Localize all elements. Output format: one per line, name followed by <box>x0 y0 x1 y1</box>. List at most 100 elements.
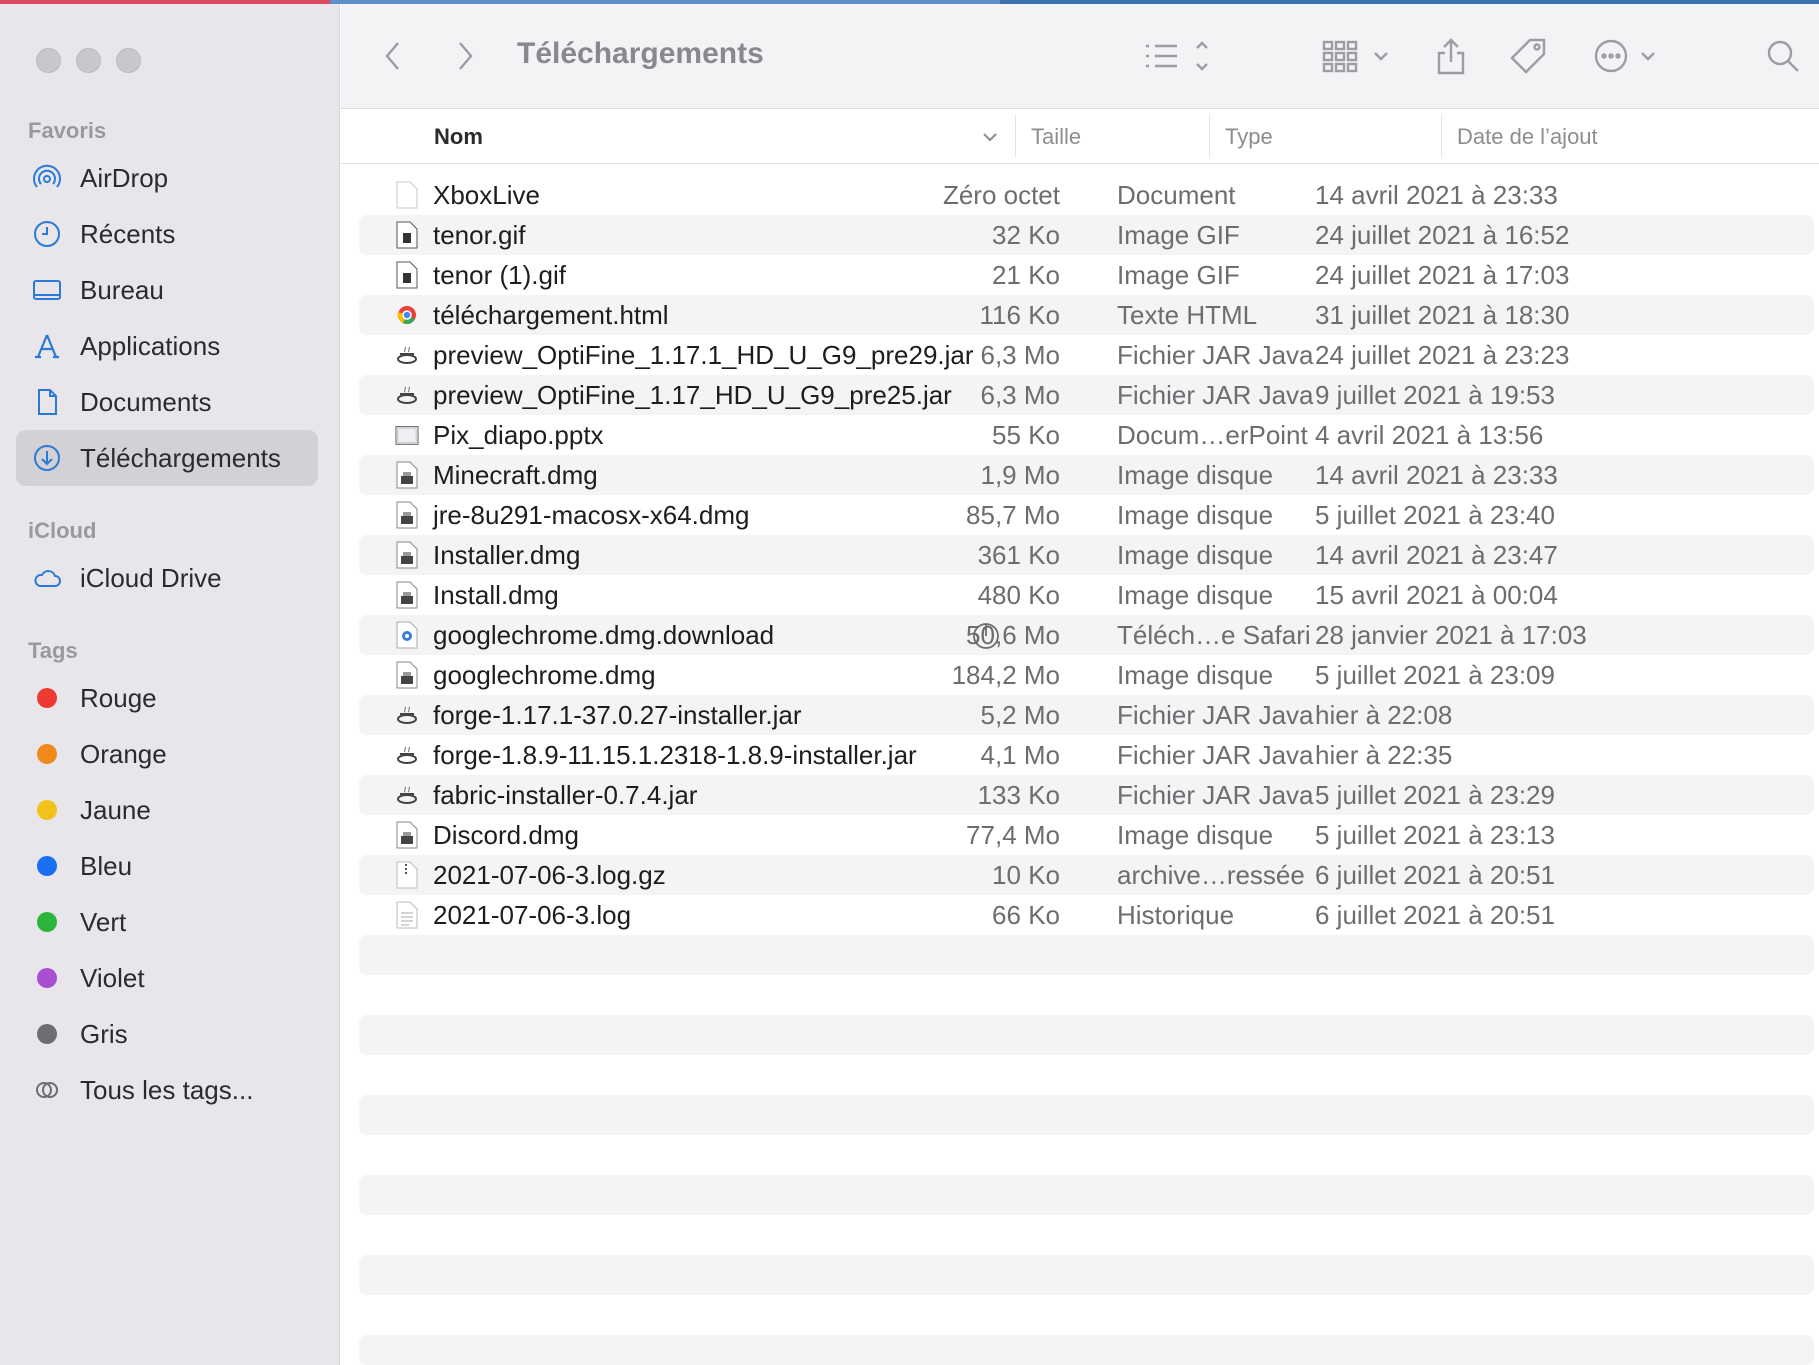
empty-row <box>359 1175 1814 1215</box>
file-row[interactable]: 2021-07-06-3.log.gz 10 Ko archive…ressée… <box>359 855 1814 895</box>
clock-icon <box>30 217 64 251</box>
file-row[interactable]: Minecraft.dmg 1,9 Mo Image disque 14 avr… <box>359 455 1814 495</box>
sidebar-item-telechargements[interactable]: Téléchargements <box>16 430 318 486</box>
file-row[interactable]: tenor (1).gif 21 Ko Image GIF 24 juillet… <box>359 255 1814 295</box>
sidebar-item-airdrop[interactable]: AirDrop <box>16 150 318 206</box>
ellipsis-circle-icon <box>1594 39 1655 73</box>
favorites-title: Favoris <box>28 118 107 143</box>
file-row[interactable]: fabric-installer-0.7.4.jar 133 Ko Fichie… <box>359 775 1814 815</box>
share-button[interactable] <box>1433 34 1469 78</box>
chevron-left-icon <box>385 42 399 70</box>
tag-rouge[interactable]: Rouge <box>16 670 318 726</box>
file-row[interactable]: jre-8u291-macosx-x64.dmg 85,7 Mo Image d… <box>359 495 1814 535</box>
forward-button[interactable] <box>453 34 477 78</box>
tags-button[interactable] <box>1508 34 1548 78</box>
file-row[interactable]: 2021-07-06-3.log 66 Ko Historique 6 juil… <box>359 895 1814 935</box>
document-icon <box>30 385 64 419</box>
tag-orange[interactable]: Orange <box>16 726 318 782</box>
file-type: Image GIF <box>1117 260 1240 290</box>
toolbar: Téléchargements <box>341 4 1819 109</box>
tag-dot-icon <box>37 800 57 820</box>
back-button[interactable] <box>381 34 405 78</box>
safari-download-icon <box>396 621 418 649</box>
sidebar-item-label: Bureau <box>80 274 164 305</box>
sidebar-item-applications[interactable]: Applications <box>16 318 318 374</box>
blank-file-icon <box>396 181 418 209</box>
sort-descending-icon[interactable] <box>981 131 999 143</box>
file-row[interactable]: googlechrome.dmg 184,2 Mo Image disque 5… <box>359 655 1814 695</box>
file-row[interactable]: Installer.dmg 361 Ko Image disque 14 avr… <box>359 535 1814 575</box>
file-name: XboxLive <box>433 180 540 210</box>
file-size: 55 Ko <box>992 420 1060 450</box>
sidebar-item-label: Téléchargements <box>80 442 281 473</box>
file-row[interactable]: preview_OptiFine_1.17.1_HD_U_G9_pre29.ja… <box>359 335 1814 375</box>
zoom-button[interactable] <box>116 48 141 73</box>
file-type: Image disque <box>1117 540 1274 570</box>
sidebar-item-all-tags[interactable]: Tous les tags... <box>16 1062 318 1118</box>
more-actions-button[interactable] <box>1591 34 1663 78</box>
file-type: Image disque <box>1117 580 1274 610</box>
close-button[interactable] <box>36 48 61 73</box>
applications-icon <box>30 329 64 363</box>
file-row[interactable]: XboxLive Zéro octet Document 14 avril 20… <box>359 175 1814 215</box>
file-row[interactable]: Install.dmg 480 Ko Image disque 15 avril… <box>359 575 1814 615</box>
file-row[interactable]: tenor.gif 32 Ko Image GIF 24 juillet 202… <box>359 215 1814 255</box>
file-size: 32 Ko <box>992 220 1060 250</box>
file-type: Texte HTML <box>1117 300 1258 330</box>
column-name[interactable]: Nom <box>434 124 483 150</box>
empty-row <box>359 1255 1814 1295</box>
file-name: preview_OptiFine_1.17_HD_U_G9_pre25.jar <box>433 380 952 410</box>
sidebar-item-label: Tous les tags... <box>80 1074 254 1105</box>
empty-row <box>359 1015 1814 1055</box>
file-name: Pix_diapo.pptx <box>433 420 604 450</box>
column-separator[interactable] <box>1441 115 1442 157</box>
window-controls <box>36 48 141 73</box>
tag-gris[interactable]: Gris <box>16 1006 318 1062</box>
file-date: 14 avril 2021 à 23:33 <box>1315 460 1558 490</box>
file-row[interactable]: forge-1.17.1-37.0.27-installer.jar 5,2 M… <box>359 695 1814 735</box>
file-name: Minecraft.dmg <box>433 460 598 490</box>
sidebar-item-recents[interactable]: Récents <box>16 206 318 262</box>
file-size: 85,7 Mo <box>966 500 1060 530</box>
tag-label: Jaune <box>80 794 151 825</box>
tag-jaune[interactable]: Jaune <box>16 782 318 838</box>
file-row[interactable]: Discord.dmg 77,4 Mo Image disque 5 juill… <box>359 815 1814 855</box>
file-name: tenor.gif <box>433 220 526 250</box>
disk-image-icon <box>396 821 418 849</box>
file-name: Discord.dmg <box>433 820 579 850</box>
file-date: 14 avril 2021 à 23:33 <box>1315 180 1558 210</box>
sidebar-item-bureau[interactable]: Bureau <box>16 262 318 318</box>
sidebar-item-label: iCloud Drive <box>80 562 222 593</box>
tag-bleu[interactable]: Bleu <box>16 838 318 894</box>
sidebar-item-icloud-drive[interactable]: iCloud Drive <box>16 550 318 606</box>
file-row[interactable]: Pix_diapo.pptx 55 Ko Docum…erPoint 4 avr… <box>359 415 1814 455</box>
tag-dot-icon <box>37 912 57 932</box>
file-row[interactable]: preview_OptiFine_1.17_HD_U_G9_pre25.jar … <box>359 375 1814 415</box>
file-row[interactable]: forge-1.8.9-11.15.1.2318-1.8.9-installer… <box>359 735 1814 775</box>
file-type: Image disque <box>1117 660 1274 690</box>
group-button[interactable] <box>1320 34 1396 78</box>
sidebar-item-documents[interactable]: Documents <box>16 374 318 430</box>
file-size: 50,6 Mo <box>966 620 1060 650</box>
sidebar-item-label: Applications <box>80 330 221 361</box>
column-type[interactable]: Type <box>1225 124 1273 150</box>
file-size: 116 Ko <box>979 300 1060 330</box>
search-button[interactable] <box>1764 34 1802 78</box>
column-separator[interactable] <box>1209 115 1210 157</box>
gif-file-icon <box>396 221 418 249</box>
file-row[interactable]: googlechrome.dmg.download 50,6 Mo Téléch… <box>359 615 1814 655</box>
tag-vert[interactable]: Vert <box>16 894 318 950</box>
minimize-button[interactable] <box>76 48 101 73</box>
empty-row <box>359 1095 1814 1135</box>
view-options-button[interactable] <box>1142 34 1212 78</box>
tag-violet[interactable]: Violet <box>16 950 318 1006</box>
file-date: 31 juillet 2021 à 18:30 <box>1315 300 1570 330</box>
share-icon <box>1437 38 1465 75</box>
column-size[interactable]: Taille <box>1031 124 1081 150</box>
column-date-added[interactable]: Date de l’ajout <box>1457 124 1598 150</box>
file-size: 10 Ko <box>992 860 1060 890</box>
file-row[interactable]: téléchargement.html 116 Ko Texte HTML 31… <box>359 295 1814 335</box>
all-tags-icon <box>30 1073 64 1107</box>
file-size: 184,2 Mo <box>951 660 1060 690</box>
column-separator[interactable] <box>1015 115 1016 157</box>
